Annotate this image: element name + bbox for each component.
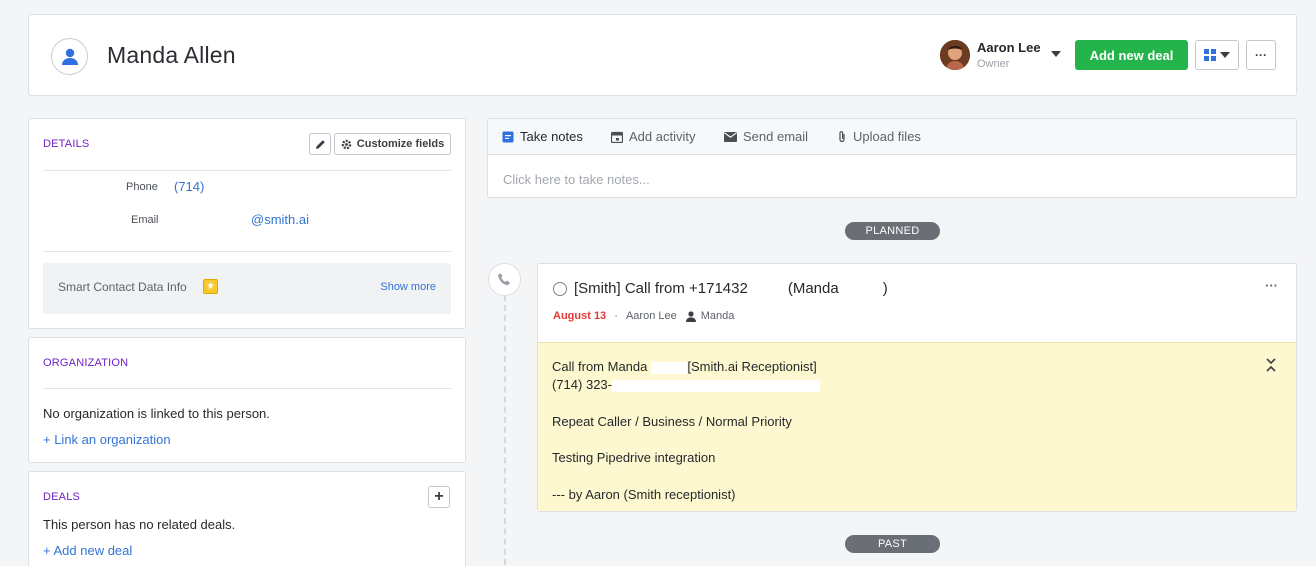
tab-add-activity[interactable]: Add activity [611,129,695,144]
note-caller: Call from Manda [552,359,648,374]
activity-card: [Smith] Call from +171432 (Manda) ··· Aug… [537,263,1297,512]
tab-take-notes[interactable]: Take notes [502,129,583,144]
organization-title: ORGANIZATION [43,357,129,369]
tab-label: Upload files [853,129,921,144]
tab-upload-files[interactable]: Upload files [837,129,921,144]
customize-fields-button[interactable]: Customize fields [334,133,451,155]
phone-icon [488,263,521,296]
owner-avatar[interactable] [940,40,970,70]
tab-label: Add activity [629,129,696,144]
person-icon [685,310,696,322]
note-line: Repeat Caller / Business / Normal Priori… [552,414,792,429]
notes-composer: Take notes Add activity Send email Uploa… [487,118,1297,198]
note-line: Call from Manda [Smith.ai Receptionist] [552,359,817,374]
person-header: Manda Allen Aaron Lee Owner Add new deal… [28,14,1297,96]
owner-name[interactable]: Aaron Lee [977,40,1041,55]
activity-more-button[interactable]: ··· [1265,278,1278,293]
smart-contact-data-label: Smart Contact Data Info [58,280,187,294]
smart-contact-data-box: Smart Contact Data Info ★ Show more [43,263,451,314]
planned-divider-pill: PLANNED [845,222,940,240]
owner-dropdown-caret-icon[interactable] [1051,51,1061,57]
divider [43,388,451,389]
person-name[interactable]: Manda Allen [107,42,236,69]
activity-owner[interactable]: Aaron Lee [626,310,677,322]
activity-title-end: ) [882,280,888,297]
note-line: --- by Aaron (Smith receptionist) [552,487,736,502]
no-deals-text: This person has no related deals. [43,517,236,532]
gear-icon [341,139,352,149]
pencil-icon [315,139,325,149]
star-icon: ★ [203,279,218,294]
person-avatar-icon [51,38,88,75]
no-organization-text: No organization is linked to this person… [43,406,270,421]
calendar-icon [611,131,623,143]
activity-note: Call from Manda [Smith.ai Receptionist] (… [538,342,1296,511]
collapse-icon[interactable] [1264,357,1278,373]
note-receptionist: [Smith.ai Receptionist] [687,359,817,374]
timeline-line [504,295,506,566]
tab-label: Send email [743,129,809,144]
note-line: (714) 323- [552,377,820,392]
activity-title[interactable]: [Smith] Call from +171432 (Manda) [574,280,888,297]
deals-panel: DEALS + This person has no related deals… [28,471,466,566]
chevron-down-icon [1220,52,1230,58]
activity-meta: August 13 · Aaron Lee Manda [553,310,734,322]
grid-icon [1204,49,1216,61]
activity-title-prefix: [Smith] Call from +171432 [574,280,748,297]
organization-panel: ORGANIZATION No organization is linked t… [28,337,466,463]
phone-value[interactable]: (714) [174,179,204,194]
activity-date: August 13 [553,310,607,322]
divider [43,251,451,252]
details-title: DETAILS [43,138,90,150]
note-phone: (714) 323- [552,377,612,392]
take-notes-input[interactable]: Click here to take notes... [503,172,650,187]
mark-done-checkbox[interactable] [553,282,567,296]
past-divider-pill: PAST [845,535,940,553]
paperclip-icon [839,131,845,143]
note-line: Testing Pipedrive integration [552,450,716,465]
email-label: Email [131,214,159,226]
tab-send-email[interactable]: Send email [724,129,808,144]
add-new-deal-link[interactable]: + Add new deal [43,543,132,558]
add-new-deal-button[interactable]: Add new deal [1075,40,1188,70]
edit-details-button[interactable] [309,133,331,155]
show-more-link[interactable]: Show more [380,281,436,293]
tab-label: Take notes [520,129,583,144]
composer-tabs: Take notes Add activity Send email Uploa… [488,119,1296,155]
deals-title: DEALS [43,491,81,503]
add-deal-plus-button[interactable]: + [428,486,450,508]
notes-icon [502,131,514,142]
separator-dot: · [611,310,621,322]
phone-label: Phone [126,181,158,193]
envelope-icon [724,131,737,142]
more-actions-button[interactable]: ··· [1246,40,1276,70]
customize-fields-label: Customize fields [356,138,445,150]
owner-role-label: Owner [977,58,1010,70]
email-value[interactable]: @smith.ai [251,212,309,227]
link-organization-link[interactable]: + Link an organization [43,432,171,447]
activity-title-suffix: (Manda [787,280,839,297]
divider [43,170,451,171]
details-panel: DETAILS Customize fields Phone (714) Ema… [28,118,466,329]
activity-participant[interactable]: Manda [701,310,735,322]
view-switcher-button[interactable] [1195,40,1239,70]
